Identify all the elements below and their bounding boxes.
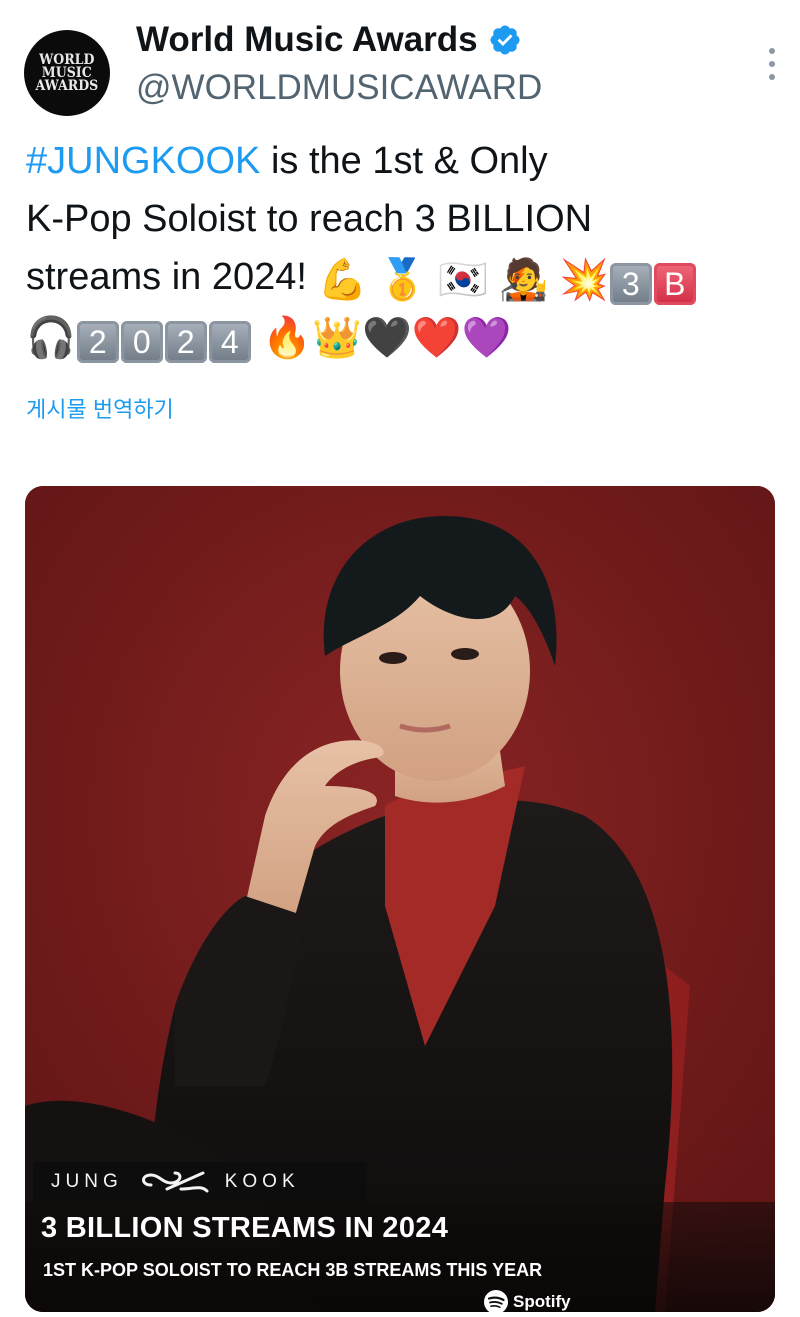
tweet-line-1: #JUNGKOOK is the 1st & Only: [26, 132, 776, 190]
display-name-text: World Music Awards: [136, 20, 478, 59]
tweet-media-image[interactable]: JUNG KOOK 3 BILLION STREAMS IN 2024 1ST …: [25, 486, 775, 1312]
avatar[interactable]: WORLD MUSIC AWARDS: [24, 30, 110, 116]
caption-name-left: JUNG: [51, 1171, 123, 1192]
tweet-line-4: 🎧 2 0 2 4 🔥👑🖤❤️💜: [26, 306, 776, 364]
headphone-emoji: 🎧: [26, 316, 76, 360]
keycap-2: 2: [76, 321, 119, 363]
spotify-brand: Spotify: [483, 1289, 571, 1312]
more-dot: [769, 47, 775, 54]
keycap-4: 4: [208, 321, 251, 363]
black-heart-emoji: 🖤: [362, 316, 412, 360]
fire-emoji: 🔥: [262, 316, 313, 360]
signature-logo-icon: [141, 1171, 209, 1193]
tweet-line-3: streams in 2024! 💪 🥇 🇰🇷 🧑‍🎤 💥 3 B: [26, 248, 776, 306]
korea-flag-emoji: 🇰🇷: [438, 258, 489, 302]
spotify-label: Spotify: [513, 1292, 571, 1311]
purple-heart-emoji: 💜: [461, 316, 512, 360]
more-dot: [769, 74, 775, 81]
keycap-3: 3: [609, 263, 652, 305]
verified-badge-icon: [490, 25, 520, 55]
keycap-0: 0: [120, 321, 163, 363]
translate-post-link[interactable]: 게시물 번역하기: [26, 392, 174, 424]
keycap-b: B: [653, 263, 696, 305]
keycap-2: 2: [164, 321, 207, 363]
red-heart-emoji: ❤️: [411, 316, 462, 360]
display-name[interactable]: World Music Awards: [136, 20, 522, 60]
caption-headline: 3 BILLION STREAMS IN 2024: [41, 1212, 449, 1244]
collision-emoji: 💥: [558, 258, 609, 302]
caption-main-panel: 3 BILLION STREAMS IN 2024 1ST K-POP SOLO…: [25, 1202, 775, 1312]
crown-emoji: 👑: [312, 316, 362, 360]
spotify-icon: [484, 1290, 508, 1312]
gold-medal-emoji: 🥇: [377, 258, 428, 302]
flexed-biceps-emoji: 💪: [317, 258, 368, 302]
tweet-line-2: K-Pop Soloist to reach 3 BILLION: [26, 198, 593, 240]
caption-name-bar: JUNG KOOK: [33, 1162, 367, 1202]
caption-subline: 1ST K-POP SOLOIST TO REACH 3B STREAMS TH…: [43, 1260, 543, 1280]
account-handle[interactable]: @WORLDMUSICAWARD: [136, 68, 542, 108]
more-dot: [769, 60, 775, 67]
caption-name-right: KOOK: [224, 1171, 300, 1192]
tweet-header: WORLD MUSIC AWARDS World Music Awards @W…: [24, 18, 784, 118]
more-options-icon[interactable]: [760, 44, 784, 84]
image-caption: JUNG KOOK 3 BILLION STREAMS IN 2024 1ST …: [25, 1162, 775, 1312]
hashtag-link[interactable]: #JUNGKOOK: [26, 140, 260, 182]
tweet-line-1-text: is the 1st & Only: [260, 140, 548, 182]
avatar-logo-line-3: AWARDS: [35, 77, 99, 94]
singer-emoji: 🧑‍🎤: [498, 258, 549, 302]
tweet-line-3-text: streams in 2024!: [26, 256, 318, 298]
tweet-text: #JUNGKOOK is the 1st & Only K-Pop Solois…: [26, 132, 776, 364]
